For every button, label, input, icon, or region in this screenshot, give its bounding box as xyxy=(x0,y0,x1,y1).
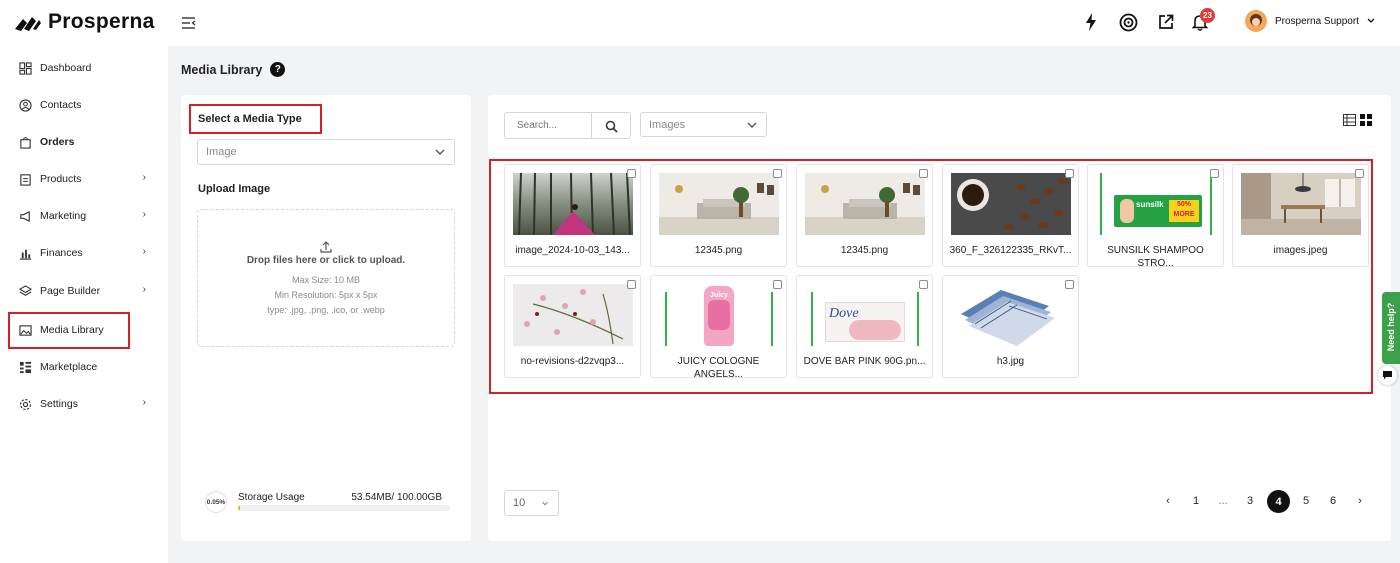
upload-heading: Upload Image xyxy=(198,183,271,195)
chevron-down-icon xyxy=(542,501,548,506)
page-title: Media Library ? xyxy=(181,62,286,77)
chevron-right-icon: › xyxy=(142,397,146,408)
chevron-right-icon: › xyxy=(142,246,146,257)
min-resolution-text: Min Resolution: 5px x 5px xyxy=(274,290,378,300)
storage-progress-fill xyxy=(238,505,240,511)
chevron-down-icon xyxy=(1367,18,1375,23)
media-grid-highlight xyxy=(489,159,1373,394)
sidebar-item-settings[interactable]: Settings › xyxy=(0,389,168,419)
storage-progress-bar xyxy=(238,505,450,511)
media-type-value: Image xyxy=(206,146,237,158)
chevron-right-icon: › xyxy=(142,209,146,220)
brand-logo[interactable]: Prosperna xyxy=(14,10,155,34)
chevron-right-icon: › xyxy=(142,284,146,295)
page-6-button[interactable]: 6 xyxy=(1322,490,1344,512)
storage-percent-ring: 0.05% xyxy=(205,491,227,513)
media-library-highlight xyxy=(8,312,130,349)
clipboard-icon xyxy=(20,173,31,186)
sidebar-item-label: Finances xyxy=(40,247,83,259)
sidebar-item-label: Marketing xyxy=(40,210,87,222)
chat-button[interactable] xyxy=(1378,366,1397,385)
pagination-ellipsis: ... xyxy=(1218,495,1228,507)
need-help-label: Need help? xyxy=(1386,302,1396,352)
media-filter-value: Images xyxy=(649,118,686,131)
target-icon[interactable] xyxy=(1119,13,1138,32)
user-name: Prosperna Support xyxy=(1275,15,1359,27)
topbar: 23 Prosperna Support xyxy=(168,0,1400,46)
avatar xyxy=(1245,10,1267,32)
gear-icon xyxy=(20,398,31,410)
sidebar-item-label: Contacts xyxy=(40,99,82,111)
collapse-menu-icon[interactable] xyxy=(182,17,196,29)
next-page-button[interactable]: › xyxy=(1349,490,1371,512)
drop-text: Drop files here or click to upload. xyxy=(246,255,406,266)
page-4-button[interactable]: 4 xyxy=(1267,490,1290,513)
sidebar-item-dashboard[interactable]: Dashboard xyxy=(0,53,168,83)
notification-count-badge: 23 xyxy=(1200,8,1215,23)
sidebar-item-products[interactable]: Products › xyxy=(0,164,168,194)
page-1-button[interactable]: 1 xyxy=(1185,490,1207,512)
per-page-select[interactable]: 10 xyxy=(504,490,559,516)
need-help-tab[interactable]: Need help? xyxy=(1382,292,1400,364)
page-title-text: Media Library xyxy=(181,62,263,77)
sidebar-item-label: Marketplace xyxy=(40,361,98,373)
chevron-down-icon xyxy=(435,149,445,155)
chevron-right-icon: › xyxy=(142,172,146,183)
upload-icon xyxy=(320,241,332,253)
chat-bubble-icon xyxy=(1383,371,1392,380)
chevron-down-icon xyxy=(747,122,757,128)
page-3-button[interactable]: 3 xyxy=(1239,490,1261,512)
search-icon[interactable] xyxy=(605,120,618,133)
media-filter-select[interactable]: Images xyxy=(640,112,767,137)
sidebar-item-label: Products xyxy=(40,173,82,185)
contacts-icon xyxy=(19,98,32,112)
sidebar-item-label: Page Builder xyxy=(40,285,101,297)
page-5-button[interactable]: 5 xyxy=(1295,490,1317,512)
media-type-highlight xyxy=(189,104,322,134)
sidebar-item-contacts[interactable]: Contacts xyxy=(0,90,168,120)
list-view-icon[interactable] xyxy=(1343,114,1356,126)
megaphone-icon xyxy=(20,210,30,222)
media-type-select[interactable]: Image xyxy=(197,139,455,165)
prosperna-logo-icon xyxy=(15,17,41,31)
external-link-icon[interactable] xyxy=(1158,14,1174,30)
search-box xyxy=(504,112,631,139)
bar-chart-icon xyxy=(19,249,32,260)
notifications-button[interactable]: 23 xyxy=(1191,8,1215,33)
marketplace-icon xyxy=(19,361,32,373)
max-size-text: Max Size: 10 MB xyxy=(291,275,361,285)
search-input[interactable] xyxy=(505,113,591,138)
shopping-bag-icon xyxy=(20,136,31,149)
lightning-icon[interactable] xyxy=(1085,13,1097,31)
prev-page-button[interactable]: ‹ xyxy=(1157,490,1179,512)
sidebar-item-label: Dashboard xyxy=(40,62,92,74)
dashboard-icon xyxy=(19,61,32,75)
storage-label: Storage Usage xyxy=(238,492,305,503)
grid-view-icon[interactable] xyxy=(1360,114,1372,126)
help-icon[interactable]: ? xyxy=(270,62,286,77)
storage-value: 53.54MB/ 100.00GB xyxy=(351,492,442,503)
sidebar-item-marketing[interactable]: Marketing › xyxy=(0,201,168,231)
upload-dropzone[interactable]: Drop files here or click to upload. Max … xyxy=(197,209,455,347)
sidebar-item-label: Settings xyxy=(40,398,78,410)
sidebar-item-orders[interactable]: Orders xyxy=(0,127,168,157)
sidebar-item-marketplace[interactable]: Marketplace xyxy=(0,352,168,382)
layers-icon xyxy=(19,284,32,296)
sidebar-item-finances[interactable]: Finances › xyxy=(0,238,168,268)
sidebar-item-page-builder[interactable]: Page Builder › xyxy=(0,276,168,306)
sidebar-item-label: Orders xyxy=(40,136,75,148)
brand-name: Prosperna xyxy=(48,10,155,33)
search-divider xyxy=(591,113,592,138)
sidebar: Prosperna Dashboard Contacts Orders Prod… xyxy=(0,0,168,563)
user-menu[interactable]: Prosperna Support xyxy=(1245,10,1375,32)
per-page-value: 10 xyxy=(513,497,526,509)
file-types-text: type: .jpg, .png, .ico, or .webp xyxy=(267,305,385,315)
